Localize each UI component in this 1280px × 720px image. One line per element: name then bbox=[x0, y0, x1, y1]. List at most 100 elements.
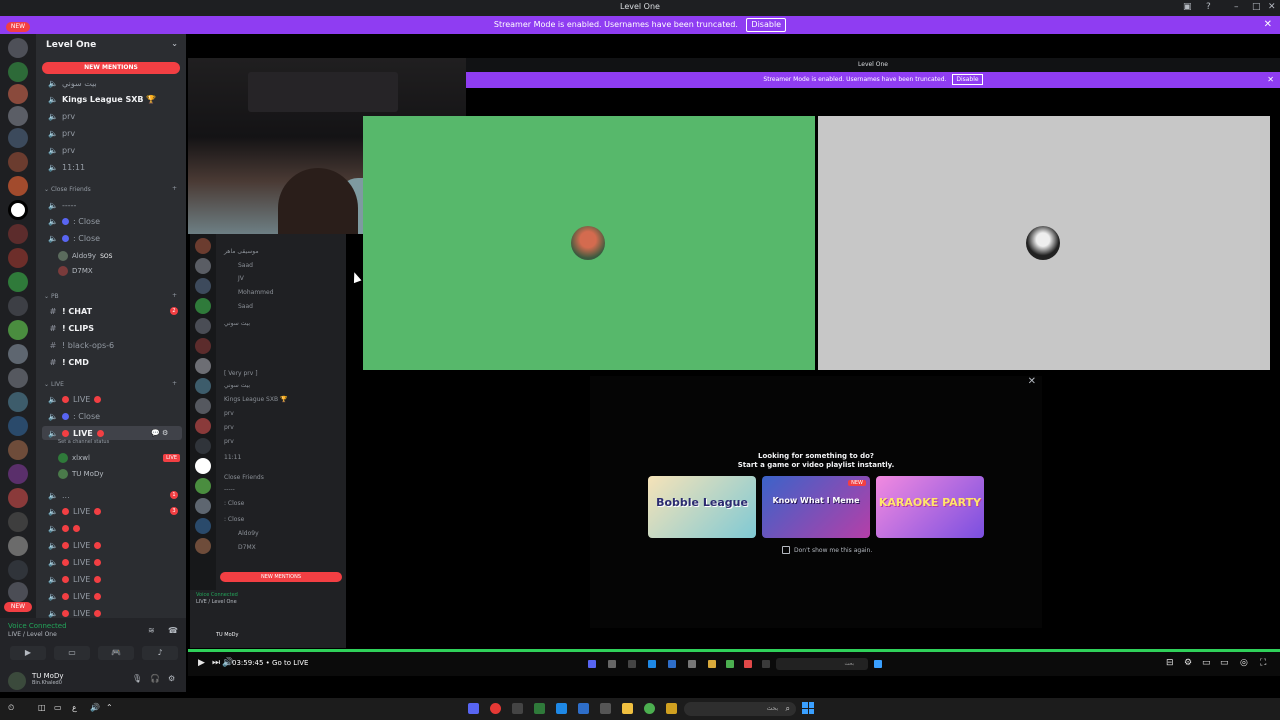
voice-channel[interactable]: 🔈 prv bbox=[48, 126, 75, 140]
voice-channel-active[interactable]: 🔈 LIVE bbox=[48, 426, 104, 440]
server-icon[interactable] bbox=[8, 416, 28, 436]
chevron-down-icon[interactable]: ⌄ bbox=[171, 39, 178, 48]
voice-channel[interactable]: 🔈 prv bbox=[48, 109, 75, 123]
server-icon[interactable] bbox=[8, 296, 28, 316]
text-channel[interactable]: # ! black-ops-6 bbox=[48, 338, 115, 352]
inbox-icon[interactable]: ▣ bbox=[1183, 2, 1192, 12]
play-icon[interactable]: ▶ bbox=[198, 658, 205, 668]
voice-channel[interactable]: 🔈 LIVE bbox=[48, 392, 102, 406]
miniplayer-icon[interactable]: ▭ bbox=[1202, 658, 1211, 668]
server-icon[interactable] bbox=[8, 224, 28, 244]
voice-channel[interactable]: 🔈 bbox=[48, 521, 80, 535]
app-taskbar-icon[interactable] bbox=[600, 703, 611, 714]
category-live[interactable]: ⌄ LIVE + bbox=[44, 380, 177, 388]
camera-button[interactable]: ▶ bbox=[10, 646, 46, 660]
voice-channel[interactable]: 🔈 prv bbox=[48, 143, 75, 157]
server-icon[interactable] bbox=[8, 344, 28, 364]
close-activity-icon[interactable]: ✕ bbox=[1028, 376, 1036, 387]
voice-channel[interactable]: 🔈: Close bbox=[48, 231, 100, 245]
settings-gear-icon[interactable]: ⚙ bbox=[168, 674, 175, 683]
date-time-icon[interactable]: ⏲ bbox=[8, 703, 14, 713]
channel-status-hint[interactable]: Set a channel status bbox=[58, 439, 109, 445]
server-icon[interactable] bbox=[8, 106, 28, 126]
app-taskbar-icon[interactable] bbox=[512, 703, 523, 714]
screen-share-button[interactable]: ▭ bbox=[54, 646, 90, 660]
fullscreen-icon[interactable]: ⛶ bbox=[1260, 658, 1266, 668]
noise-suppression-icon[interactable]: ≋ bbox=[148, 626, 155, 635]
close-window-icon[interactable]: ✕ bbox=[1268, 2, 1276, 12]
channel-actions[interactable]: 💬 ⚙ bbox=[151, 429, 168, 437]
text-channel[interactable]: # ! CLIPS bbox=[48, 321, 94, 335]
chrome-taskbar-icon[interactable] bbox=[644, 703, 655, 714]
app-taskbar-icon[interactable] bbox=[556, 703, 567, 714]
voice-channel[interactable]: 🔈 Kings League SXB 🏆 bbox=[48, 92, 156, 106]
minimize-icon[interactable]: – bbox=[1234, 2, 1239, 12]
server-icon[interactable] bbox=[8, 176, 28, 196]
participant-tile-green[interactable] bbox=[363, 116, 815, 370]
volume-icon[interactable]: 🔊 bbox=[90, 703, 100, 712]
voice-channel[interactable]: 🔈: Close bbox=[48, 409, 100, 423]
server-icon[interactable] bbox=[8, 512, 28, 532]
server-icon[interactable] bbox=[8, 368, 28, 388]
server-icon[interactable] bbox=[8, 84, 28, 104]
server-icon[interactable] bbox=[8, 248, 28, 268]
server-icon[interactable] bbox=[8, 320, 28, 340]
outlook-taskbar-icon[interactable] bbox=[578, 703, 589, 714]
file-explorer-icon[interactable] bbox=[622, 703, 633, 714]
text-channel[interactable]: # ! CHAT bbox=[48, 304, 92, 318]
voice-channel[interactable]: 🔈 LIVE bbox=[48, 572, 102, 586]
taskbar-search[interactable]: بحث ⌕ bbox=[684, 702, 796, 716]
app-taskbar-icon[interactable] bbox=[534, 703, 545, 714]
guild-header[interactable]: Level One ⌄ bbox=[36, 34, 186, 58]
voice-channel[interactable]: 🔈 LIVE bbox=[48, 589, 102, 603]
user-name[interactable]: TU MoDy bbox=[32, 672, 63, 680]
voice-member[interactable]: D7MX bbox=[58, 265, 93, 277]
add-channel-icon[interactable]: + bbox=[172, 292, 177, 299]
activity-button[interactable]: 🎮 bbox=[98, 646, 134, 660]
activity-card-meme[interactable]: NEW Know What I Meme bbox=[762, 476, 870, 538]
chevron-up-icon[interactable]: ⌃ bbox=[106, 703, 113, 712]
new-mentions-pill[interactable]: NEW MENTIONS bbox=[42, 62, 180, 74]
server-icon[interactable] bbox=[8, 152, 28, 172]
voice-member[interactable]: Aldo9y SOS bbox=[58, 250, 112, 262]
category-close-friends[interactable]: ⌄ Close Friends + bbox=[44, 185, 177, 193]
dont-show-checkbox[interactable] bbox=[782, 546, 790, 554]
disconnect-icon[interactable]: ☎ bbox=[168, 626, 178, 635]
display-icon[interactable]: ▭ bbox=[54, 703, 62, 712]
voice-channel[interactable]: 🔈 LIVE bbox=[48, 555, 102, 569]
network-icon[interactable]: ◫ bbox=[38, 703, 46, 712]
voice-channel[interactable]: 🔈 بيت سوني bbox=[48, 76, 97, 90]
server-icon[interactable] bbox=[8, 272, 28, 292]
add-channel-icon[interactable]: + bbox=[172, 380, 177, 387]
chapter-label[interactable]: Go to LIVE bbox=[272, 659, 308, 667]
voice-channel[interactable]: 🔈 11:11 bbox=[48, 160, 85, 174]
avatar[interactable] bbox=[8, 672, 26, 690]
microphone-icon[interactable]: 🎙 bbox=[132, 674, 142, 683]
voice-member[interactable]: TU MoDy bbox=[58, 468, 103, 480]
voice-channel[interactable]: 🔈 LIVE bbox=[48, 538, 102, 552]
voice-channel[interactable]: 🔈 ----- bbox=[48, 198, 76, 212]
language-indicator[interactable]: ع bbox=[72, 703, 77, 712]
voice-status[interactable]: Voice Connected bbox=[8, 622, 67, 630]
server-icon[interactable] bbox=[8, 582, 28, 602]
server-icon[interactable] bbox=[8, 560, 28, 580]
headphones-icon[interactable]: 🎧 bbox=[150, 674, 160, 683]
voice-channel[interactable]: 🔈... bbox=[48, 488, 70, 502]
help-icon[interactable]: ? bbox=[1206, 2, 1211, 12]
dont-show-again[interactable]: Don't show me this again. bbox=[782, 546, 872, 554]
discord-taskbar-icon[interactable] bbox=[468, 703, 479, 714]
server-icon[interactable] bbox=[8, 38, 28, 58]
server-icon[interactable] bbox=[8, 464, 28, 484]
activity-card-karaoke[interactable]: KARAOKE PARTY bbox=[876, 476, 984, 538]
soundboard-button[interactable]: ♪ bbox=[142, 646, 178, 660]
server-icon[interactable] bbox=[8, 440, 28, 460]
windows-start-icon[interactable] bbox=[802, 702, 814, 714]
server-icon[interactable] bbox=[8, 128, 28, 148]
category-pb[interactable]: ⌄ PB + bbox=[44, 292, 177, 300]
server-icon[interactable] bbox=[8, 200, 28, 220]
app-taskbar-icon[interactable] bbox=[666, 703, 677, 714]
obs-taskbar-icon[interactable] bbox=[490, 703, 501, 714]
add-channel-icon[interactable]: + bbox=[172, 185, 177, 192]
voice-channel-path[interactable]: LIVE / Level One bbox=[8, 631, 57, 638]
close-banner-icon[interactable]: ✕ bbox=[1264, 16, 1272, 34]
